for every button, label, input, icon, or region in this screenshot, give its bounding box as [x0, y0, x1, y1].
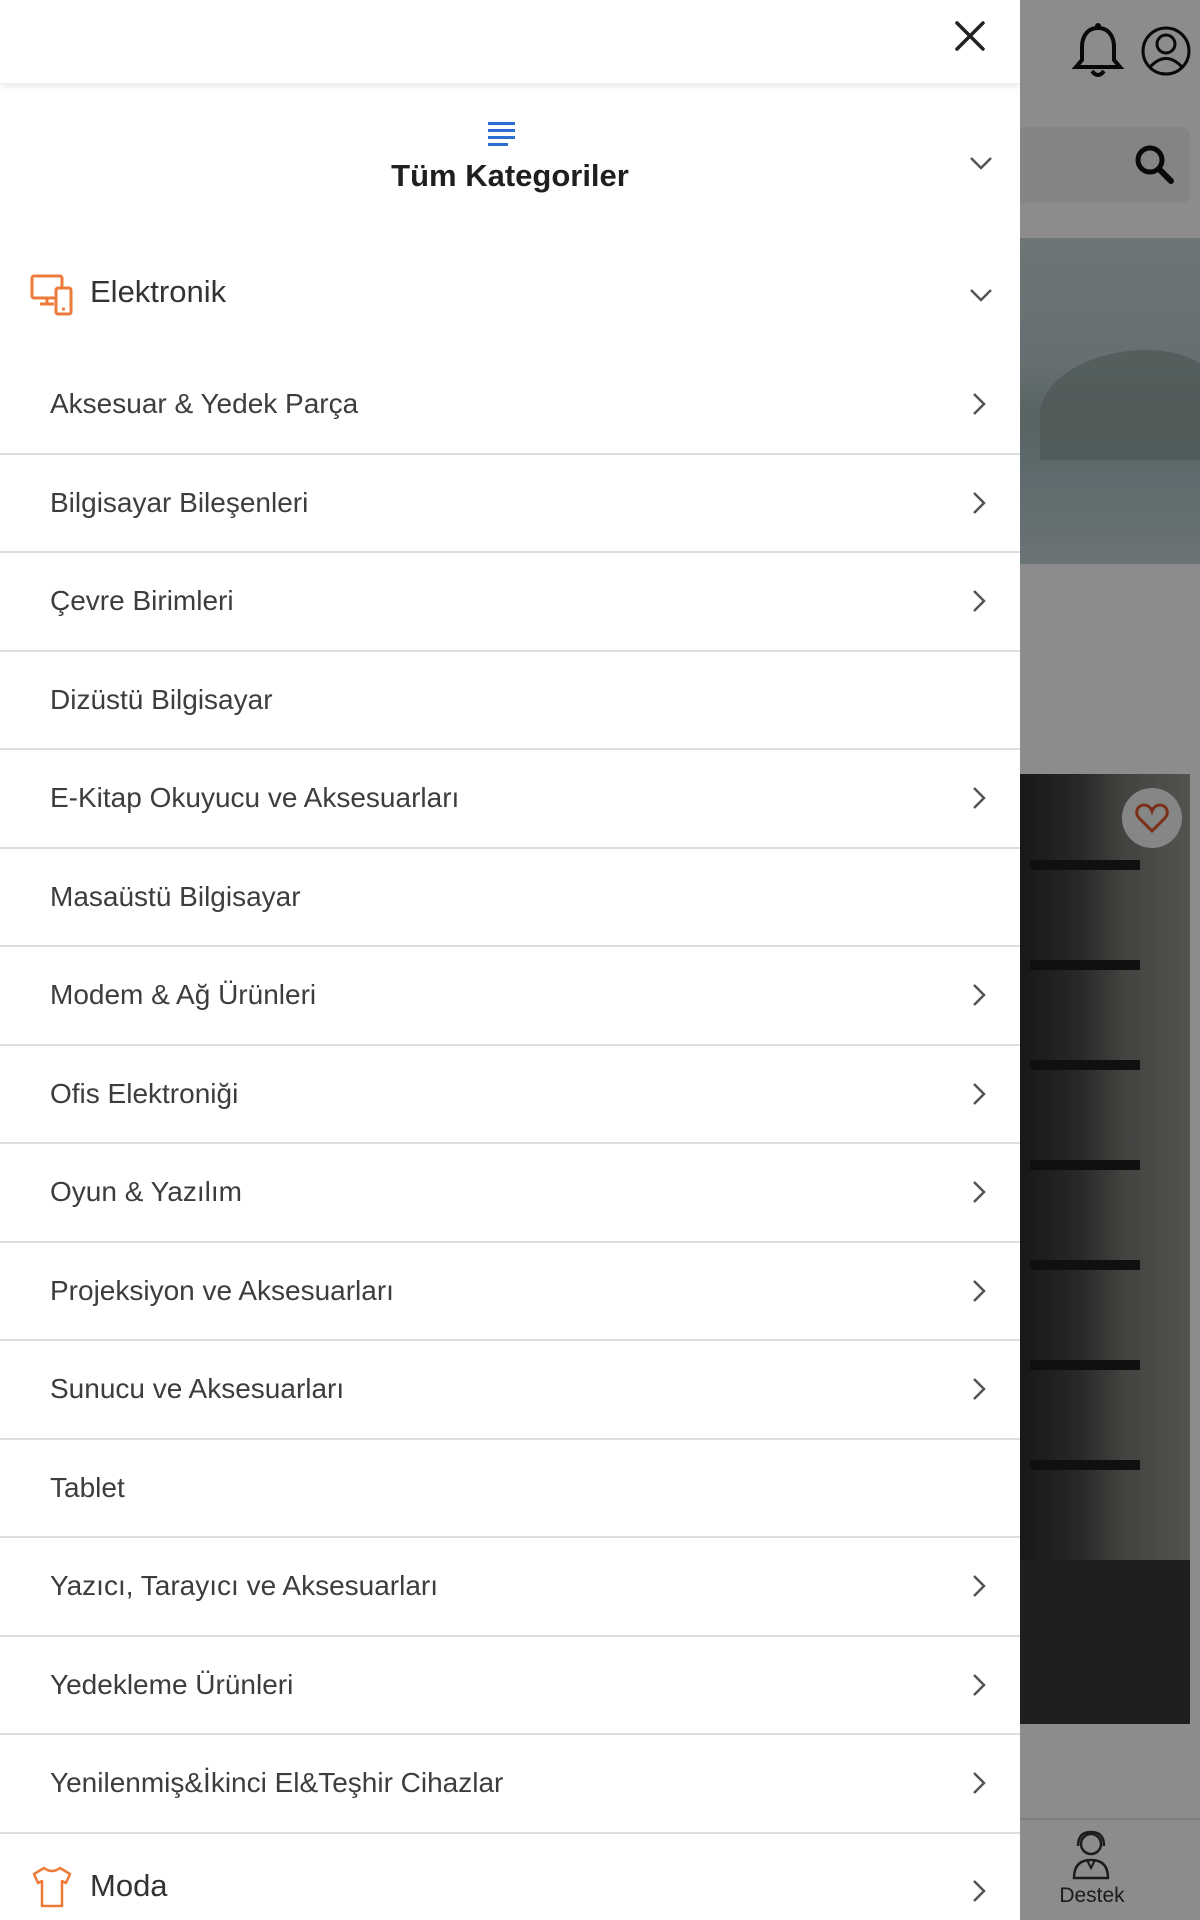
subcategory-item[interactable]: Yenilenmiş&İkinci El&Teşhir Cihazlar	[0, 1735, 1020, 1834]
category-fashion[interactable]: Moda	[0, 1834, 1020, 1920]
chevron-right-icon	[973, 787, 986, 810]
subcategory-item[interactable]: Sunucu ve Aksesuarları	[0, 1341, 1020, 1440]
chevron-right-icon	[973, 1082, 986, 1105]
subcategory-label: Aksesuar & Yedek Parça	[50, 388, 359, 420]
subcategory-item[interactable]: Yedekleme Ürünleri	[0, 1637, 1020, 1735]
subcategory-label: Tablet	[50, 1471, 125, 1503]
subcategory-item[interactable]: Modem & Ağ Ürünleri	[0, 947, 1020, 1046]
subcategory-item[interactable]: Oyun & Yazılım	[0, 1144, 1020, 1243]
subcategory-label: Modem & Ağ Ürünleri	[50, 979, 317, 1011]
category-electronics[interactable]: Elektronik	[0, 236, 1020, 356]
electronics-subcategory-list: Aksesuar & Yedek Parça Bilgisayar Bileşen…	[0, 356, 1020, 1834]
list-icon	[488, 122, 515, 146]
subcategory-item[interactable]: Dizüstü Bilgisayar	[0, 652, 1020, 750]
chevron-right-icon	[973, 1772, 986, 1795]
close-icon	[955, 21, 985, 51]
subcategory-item[interactable]: E-Kitap Okuyucu ve Aksesuarları	[0, 750, 1020, 849]
subcategory-label: Yazıcı, Tarayıcı ve Aksesuarları	[50, 1570, 439, 1602]
chevron-right-icon	[973, 1279, 986, 1302]
subcategory-item[interactable]: Aksesuar & Yedek Parça	[0, 356, 1020, 455]
subcategory-label: Yedekleme Ürünleri	[50, 1668, 294, 1700]
category-drawer: Tüm Kategoriler Elektronik Aksesuar & Ye…	[0, 0, 1020, 1920]
all-categories-header[interactable]: Tüm Kategoriler	[0, 84, 1020, 236]
subcategory-label: Çevre Birimleri	[50, 585, 234, 617]
chevron-right-icon	[973, 1575, 986, 1598]
chevron-right-icon[interactable]	[968, 1876, 990, 1906]
chevron-right-icon	[973, 1181, 986, 1204]
subcategory-item[interactable]: Yazıcı, Tarayıcı ve Aksesuarları	[0, 1538, 1020, 1637]
subcategory-label: Yenilenmiş&İkinci El&Teşhir Cihazlar	[50, 1767, 504, 1799]
subcategory-label: Dizüstü Bilgisayar	[50, 683, 273, 715]
close-button[interactable]	[948, 14, 992, 58]
chevron-down-icon[interactable]	[966, 280, 996, 310]
subcategory-label: Ofis Elektroniği	[50, 1077, 239, 1109]
tshirt-icon	[32, 1866, 72, 1907]
subcategory-label: Oyun & Yazılım	[50, 1176, 242, 1208]
chevron-right-icon	[973, 590, 986, 613]
chevron-right-icon	[973, 1378, 986, 1401]
subcategory-label: Masaüstü Bilgisayar	[50, 880, 301, 912]
subcategory-item[interactable]: Çevre Birimleri	[0, 553, 1020, 652]
chevron-down-icon[interactable]	[966, 148, 996, 178]
subcategory-item[interactable]: Projeksiyon ve Aksesuarları	[0, 1243, 1020, 1341]
subcategory-label: Projeksiyon ve Aksesuarları	[50, 1274, 394, 1306]
category-electronics-label: Elektronik	[90, 274, 227, 309]
subcategory-item[interactable]: Bilgisayar Bileşenleri	[0, 455, 1020, 553]
chevron-right-icon	[973, 491, 986, 514]
subcategory-label: Bilgisayar Bileşenleri	[50, 486, 309, 518]
all-categories-title: Tüm Kategoriler	[391, 158, 629, 193]
devices-icon	[30, 274, 73, 316]
subcategory-item[interactable]: Masaüstü Bilgisayar	[0, 849, 1020, 947]
drawer-top-bar	[0, 0, 1020, 84]
category-fashion-label: Moda	[90, 1867, 168, 1903]
chevron-right-icon	[973, 1673, 986, 1696]
chevron-right-icon	[973, 393, 986, 416]
subcategory-label: Sunucu ve Aksesuarları	[50, 1373, 345, 1405]
subcategory-item[interactable]: Tablet	[0, 1440, 1020, 1538]
chevron-right-icon	[973, 984, 986, 1007]
subcategory-item[interactable]: Ofis Elektroniği	[0, 1046, 1020, 1144]
subcategory-label: E-Kitap Okuyucu ve Aksesuarları	[50, 782, 460, 814]
